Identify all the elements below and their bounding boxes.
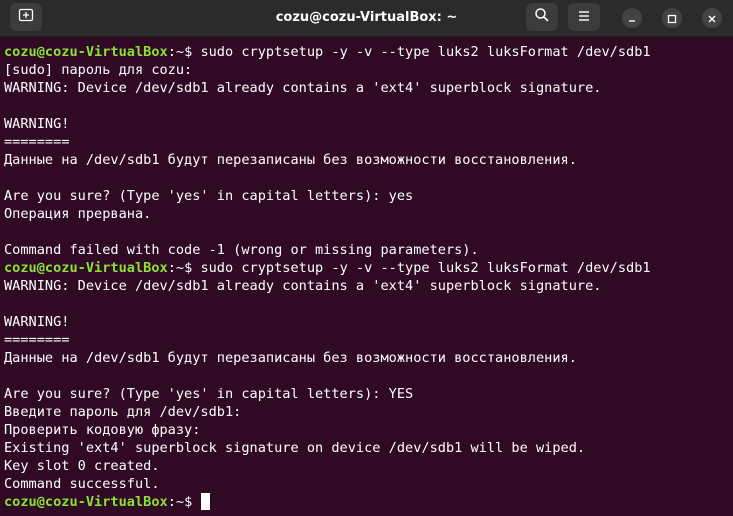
menu-button[interactable]	[568, 3, 600, 31]
new-tab-button[interactable]	[10, 3, 42, 31]
new-tab-icon	[18, 7, 34, 27]
prompt-line: cozu@cozu-VirtualBox:~$	[4, 493, 651, 511]
prompt-line: cozu@cozu-VirtualBox:~$ sudo cryptsetup …	[4, 43, 651, 61]
output-line: Existing 'ext4' superblock signature on …	[4, 440, 586, 456]
terminal-window: cozu@cozu-VirtualBox: ~ cozu@cozu-Virtua…	[0, 0, 733, 516]
close-button[interactable]	[702, 8, 722, 28]
output-line: Command successful.	[4, 476, 160, 492]
output-line: WARNING: Device /dev/sdb1 already contai…	[4, 80, 602, 96]
prompt-user-host: cozu@cozu-VirtualBox	[4, 494, 168, 510]
prompt-symbol: $	[184, 494, 201, 510]
output-line: WARNING: Device /dev/sdb1 already contai…	[4, 278, 602, 294]
command-text: sudo cryptsetup -y -v --type luks2 luksF…	[200, 260, 651, 276]
prompt-user-host: cozu@cozu-VirtualBox	[4, 44, 168, 60]
output-line: Key slot 0 created.	[4, 458, 160, 474]
maximize-icon	[667, 9, 677, 28]
output-line: [sudo] пароль для cozu:	[4, 62, 193, 78]
output-line: Are you sure? (Type 'yes' in capital let…	[4, 386, 414, 402]
prompt-path: :~	[167, 494, 185, 510]
terminal-output[interactable]: cozu@cozu-VirtualBox:~$ sudo cryptsetup …	[0, 37, 733, 516]
prompt-user-host: cozu@cozu-VirtualBox	[4, 260, 168, 276]
close-icon	[707, 9, 717, 28]
titlebar: cozu@cozu-VirtualBox: ~	[0, 0, 733, 37]
output-line: Command failed with code -1 (wrong or mi…	[4, 242, 479, 258]
search-icon	[534, 7, 550, 27]
minimize-button[interactable]	[622, 8, 642, 28]
output-line: Операция прервана.	[4, 206, 152, 222]
prompt-path: :~	[167, 44, 185, 60]
minimize-icon	[627, 9, 637, 28]
prompt-symbol: $	[184, 260, 201, 276]
output-line: Данные на /dev/sdb1 будут перезаписаны б…	[4, 350, 577, 366]
output-line: Проверить кодовую фразу:	[4, 422, 201, 438]
output-line: WARNING!	[4, 116, 70, 132]
hamburger-menu-icon	[577, 8, 591, 27]
output-line: Данные на /dev/sdb1 будут перезаписаны б…	[4, 152, 577, 168]
output-line: WARNING!	[4, 314, 70, 330]
search-button[interactable]	[526, 3, 558, 31]
output-line: Are you sure? (Type 'yes' in capital let…	[4, 188, 414, 204]
text-cursor	[201, 493, 211, 510]
maximize-button[interactable]	[662, 8, 682, 28]
command-text: sudo cryptsetup -y -v --type luks2 luksF…	[200, 44, 651, 60]
terminal-lines: cozu@cozu-VirtualBox:~$ sudo cryptsetup …	[4, 43, 651, 511]
output-line: ========	[4, 134, 70, 150]
prompt-line: cozu@cozu-VirtualBox:~$ sudo cryptsetup …	[4, 259, 651, 277]
prompt-symbol: $	[184, 44, 201, 60]
output-line: Введите пароль для /dev/sdb1:	[4, 404, 242, 420]
output-line: ========	[4, 332, 70, 348]
prompt-path: :~	[167, 260, 185, 276]
